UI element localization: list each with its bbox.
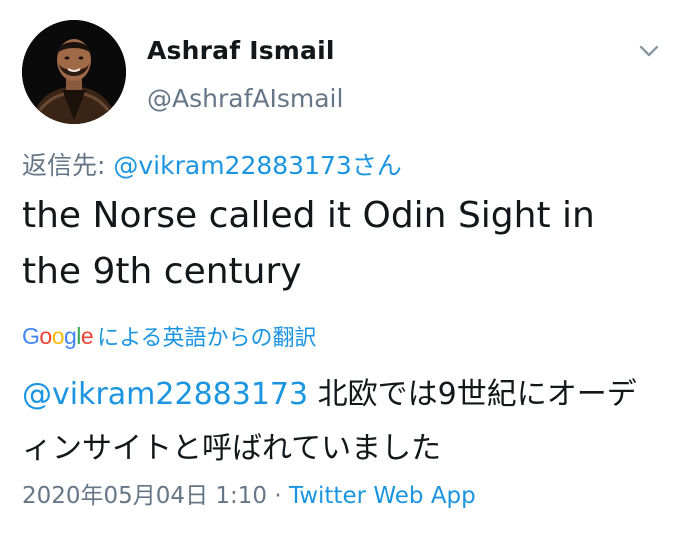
avatar[interactable] xyxy=(22,20,126,124)
reply-prefix: 返信先: xyxy=(22,151,114,180)
google-logo: Google xyxy=(22,322,94,349)
display-name[interactable]: Ashraf Ismail xyxy=(147,36,335,65)
translation-label: による英語からの翻訳 xyxy=(97,326,317,351)
meta-separator: · xyxy=(267,483,289,509)
source-link[interactable]: Twitter Web App xyxy=(289,483,476,509)
reply-suffix: さん xyxy=(351,151,402,180)
user-handle[interactable]: @AshrafAIsmail xyxy=(147,84,343,113)
translated-text: @vikram22883173 北欧では9世紀にオーディンサイトと呼ばれていまし… xyxy=(22,368,662,476)
translation-mention-link[interactable]: @vikram22883173 xyxy=(22,377,308,412)
tweet-card: Ashraf Ismail @AshrafAIsmail 返信先: @vikra… xyxy=(0,0,680,554)
chevron-down-icon[interactable] xyxy=(634,36,664,66)
reply-mention-link[interactable]: @vikram22883173 xyxy=(113,151,351,180)
translation-attribution[interactable]: Google による英語からの翻訳 xyxy=(22,320,317,352)
tweet-meta: 2020年05月04日 1:10 · Twitter Web App xyxy=(22,476,476,510)
reply-context: 返信先: @vikram22883173さん xyxy=(22,146,402,182)
timestamp[interactable]: 2020年05月04日 1:10 xyxy=(22,483,267,509)
tweet-text: the Norse called it Odin Sight in the 9t… xyxy=(22,195,595,292)
